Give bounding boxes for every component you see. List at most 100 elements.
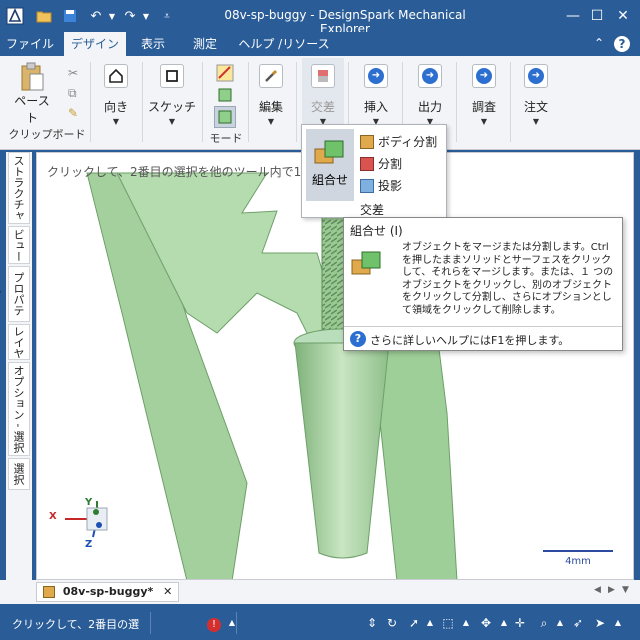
format-painter-icon[interactable]: ✎ xyxy=(68,106,78,120)
project-item[interactable]: 投影 xyxy=(360,177,402,194)
combine-button[interactable]: 組合せ xyxy=(306,129,354,201)
cut-icon[interactable]: ✂ xyxy=(68,66,78,80)
intersect-icon xyxy=(311,64,335,88)
ribbon-separator xyxy=(202,62,203,142)
document-icon xyxy=(43,586,55,598)
chevron-up-icon[interactable]: ▲ xyxy=(422,615,438,631)
tab-help[interactable]: ヘルプ /リソース xyxy=(236,32,332,56)
pan-icon[interactable]: ✛ xyxy=(512,615,528,631)
copy-icon[interactable]: ⧉ xyxy=(68,86,77,101)
insert-button[interactable]: ➜ 挿入 ▼ xyxy=(356,64,396,126)
document-tab[interactable]: 08v-sp-buggy* ✕ xyxy=(36,582,180,602)
section-mode-icon[interactable] xyxy=(216,86,234,104)
tab-options-selection[interactable]: オプション - 選択 xyxy=(8,362,30,456)
orbit-icon[interactable]: ✥ xyxy=(478,615,494,631)
spin-icon[interactable]: ⇕ xyxy=(364,615,380,631)
split-body-item[interactable]: ボディ分割 xyxy=(360,133,437,150)
customize-icon[interactable]: ⩡ xyxy=(160,6,174,26)
chevron-up-icon[interactable]: ▲ xyxy=(224,615,240,631)
zoom-icon[interactable]: ⌕ xyxy=(536,615,552,631)
orient-button[interactable]: 向き ▼ xyxy=(96,64,136,126)
open-icon[interactable] xyxy=(34,6,54,26)
order-icon: ➜ xyxy=(524,64,548,88)
ribbon-separator xyxy=(296,62,297,142)
chevron-up-icon[interactable]: ▲ xyxy=(458,615,474,631)
tooltip-footer: ? さらに詳しいヘルプにはF1を押します。 xyxy=(344,326,622,350)
output-icon: ➜ xyxy=(418,64,442,88)
tab-list-icon[interactable]: ▼ xyxy=(622,585,629,595)
chevron-down-icon: ▼ xyxy=(267,117,275,126)
brush-icon xyxy=(259,64,283,88)
tapered-cone[interactable] xyxy=(294,342,390,559)
tooltip-help-text: さらに詳しいヘルプにはF1を押します。 xyxy=(370,334,570,347)
chevron-down-icon: ▼ xyxy=(532,117,540,126)
dropdown-footer-label: 交差 xyxy=(360,203,385,217)
tab-measure[interactable]: 測定 xyxy=(180,32,230,56)
clipboard-group: ペースト ✂ ⧉ ✎ クリップボード xyxy=(8,60,86,146)
fly-icon[interactable]: ➶ xyxy=(570,615,586,631)
paste-icon xyxy=(19,62,45,92)
ribbon-separator xyxy=(142,62,143,142)
combine-label: 組合せ xyxy=(311,173,348,187)
tab-design[interactable]: デザイン xyxy=(64,32,126,56)
tooltip-title: 組合せ (I) xyxy=(350,224,403,238)
close-icon[interactable]: ✕ xyxy=(163,585,172,598)
intersect-label: 交差 xyxy=(310,100,335,114)
tab-scroll-right-icon[interactable]: ▶ xyxy=(608,585,615,595)
sketch-button[interactable]: スケッチ ▼ xyxy=(148,64,196,126)
instruction-hint: クリックして、2番目の選択を他のツール内で1 xyxy=(47,165,302,179)
intersect-button[interactable]: 交差 ▼ xyxy=(302,58,344,130)
view-icon[interactable]: ➤ xyxy=(592,615,608,631)
combine-dropdown: 組合せ ボディ分割 分割 投影 交差 xyxy=(301,124,447,218)
chevron-down-icon[interactable]: ▼ xyxy=(108,6,116,26)
paste-button[interactable]: ペースト xyxy=(12,62,52,126)
split-item[interactable]: 分割 xyxy=(360,155,402,172)
tab-view-panel[interactable]: ビュー xyxy=(8,226,30,264)
chevron-up-icon[interactable]: ▲ xyxy=(610,615,626,631)
investigate-button[interactable]: ➜ 調査 ▼ xyxy=(464,64,504,126)
status-separator xyxy=(150,612,151,634)
tab-properties[interactable]: プロパティ xyxy=(0,266,30,322)
tab-view[interactable]: 表示 xyxy=(130,32,176,56)
ribbon-separator xyxy=(456,62,457,142)
chevron-up-icon[interactable]: ▲ xyxy=(496,615,512,631)
sketch-label: スケッチ xyxy=(148,100,197,114)
sketch-icon xyxy=(160,64,184,88)
tab-selection[interactable]: 選択 xyxy=(8,458,30,490)
tab-layers[interactable]: レイヤ xyxy=(8,324,30,360)
clipboard-group-label: クリップボード xyxy=(8,128,86,141)
tab-structure[interactable]: ストラクチャー xyxy=(0,152,30,224)
app-logo-icon[interactable] xyxy=(4,6,26,26)
chevron-down-icon[interactable]: ▼ xyxy=(142,6,150,26)
undo-icon[interactable]: ↶ xyxy=(86,6,106,26)
output-button[interactable]: ➜ 出力 ▼ xyxy=(410,64,450,126)
paste-label: ペースト xyxy=(14,94,50,125)
tab-scroll-left-icon[interactable]: ◀ xyxy=(594,585,601,595)
insert-label: 挿入 xyxy=(363,100,388,114)
error-icon[interactable]: ! xyxy=(206,615,222,632)
sketch-mode-icon[interactable] xyxy=(216,64,234,82)
split-body-label: ボディ分割 xyxy=(378,135,438,149)
side-panel-tabs: ストラクチャー ビュー プロパティ レイヤ オプション - 選択 選択 xyxy=(0,152,32,580)
chevron-up-icon[interactable]: ▲ xyxy=(552,615,568,631)
close-button[interactable]: ✕ xyxy=(608,4,638,28)
status-bar: クリックして、2番目の選 ! ▲ ⇕ ↻ ➚ ▲ ⬚ ▲ ✥ ▲ ✛ ⌕ ▲ ➶… xyxy=(0,606,640,640)
box-select-icon[interactable]: ⬚ xyxy=(440,615,456,631)
project-label: 投影 xyxy=(378,179,403,193)
rotate-icon[interactable]: ↻ xyxy=(384,615,400,631)
document-tab-bar: 08v-sp-buggy* ✕ ◀ ▶ ▼ xyxy=(0,580,640,604)
chevron-up-icon[interactable]: ⌃ xyxy=(594,36,604,50)
combine-tooltip: 組合せ (I) オブジェクトをマージまたは分割します。Ctrl を押したままソリ… xyxy=(343,217,623,351)
help-icon[interactable]: ? xyxy=(614,36,630,52)
tab-file[interactable]: ファイル xyxy=(0,32,60,56)
triad-y-label: Y xyxy=(85,497,93,508)
redo-icon[interactable]: ↷ xyxy=(120,6,140,26)
help-icon: ? xyxy=(350,331,366,347)
3d-mode-icon[interactable] xyxy=(214,106,236,128)
save-icon[interactable] xyxy=(60,6,80,26)
output-label: 出力 xyxy=(417,100,442,114)
edit-label: 編集 xyxy=(258,100,283,114)
order-button[interactable]: ➜ 注文 ▼ xyxy=(516,64,556,126)
select-arrow-icon[interactable]: ➚ xyxy=(406,615,422,631)
edit-button[interactable]: 編集 ▼ xyxy=(252,64,290,126)
